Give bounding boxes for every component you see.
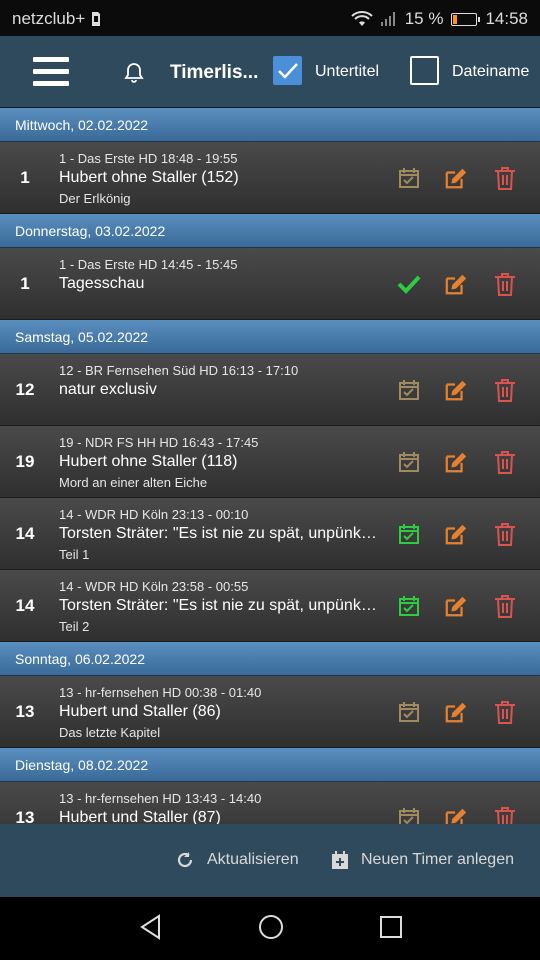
channel-number: 13 (15, 702, 35, 721)
timer-subtitle: Der Erlkönig (59, 191, 131, 206)
timer-row[interactable]: 12 12 - BR Fernsehen Süd HD 16:13 - 17:10… (0, 354, 540, 426)
trash-icon[interactable] (493, 700, 517, 724)
channel-number: 19 (15, 452, 35, 471)
edit-icon[interactable] (444, 272, 468, 296)
refresh-icon (177, 852, 193, 868)
refresh-button[interactable]: Aktualisieren (175, 850, 299, 870)
new-timer-button[interactable]: Neuen Timer anlegen (331, 850, 514, 870)
edit-icon[interactable] (444, 166, 468, 190)
menu-icon[interactable] (33, 57, 69, 87)
timer-title: Hubert und Staller (86) (59, 703, 221, 720)
page-title: Timerlis... (170, 62, 259, 83)
carrier-name: netzclub+ (12, 9, 86, 28)
battery-percent: 15 % (404, 9, 444, 28)
signal-icon (380, 11, 397, 27)
timer-subtitle: Mord an einer alten Eiche (59, 475, 208, 490)
edit-icon[interactable] (444, 700, 468, 724)
channel-number: 12 (15, 380, 35, 399)
calendar-check-icon[interactable] (397, 166, 421, 190)
channel-number: 1 (20, 168, 30, 187)
sim-icon (91, 11, 101, 27)
timer-row[interactable]: 1 1 - Das Erste HD 14:45 - 15:45 Tagesscha… (0, 248, 540, 320)
timer-row[interactable]: 14 14 - WDR HD Köln 23:13 - 00:10 Torsten … (0, 498, 540, 570)
refresh-label: Aktualisieren (207, 851, 299, 868)
trash-icon[interactable] (493, 450, 517, 474)
timer-title: Hubert ohne Staller (152) (59, 169, 239, 186)
channel-number: 14 (15, 524, 35, 543)
home-icon[interactable] (257, 913, 285, 946)
bottom-action-bar: Aktualisieren Neuen Timer anlegen (0, 824, 540, 897)
edit-icon[interactable] (444, 450, 468, 474)
dateiname-label[interactable]: Dateiname (452, 63, 529, 81)
wifi-icon (351, 11, 373, 27)
trash-icon[interactable] (493, 594, 517, 618)
timer-subtitle: Das letzte Kapitel (59, 725, 161, 740)
battery-icon (451, 12, 481, 26)
timer-meta: 14 - WDR HD Köln 23:58 - 00:55 (59, 579, 249, 594)
edit-icon[interactable] (444, 522, 468, 546)
channel-number: 1 (20, 274, 30, 293)
untertitel-label[interactable]: Untertitel (315, 63, 379, 81)
back-icon[interactable] (139, 913, 163, 946)
calendar-check-icon[interactable] (397, 700, 421, 724)
timer-row[interactable]: 13 13 - hr-fernsehen HD 00:38 - 01:40 Hube… (0, 676, 540, 748)
calendar-check-icon[interactable] (397, 450, 421, 474)
timer-title: natur exclusiv (59, 381, 157, 398)
timer-meta: 13 - hr-fernsehen HD 13:43 - 14:40 (59, 791, 262, 806)
timer-title: Tagesschau (59, 275, 145, 292)
edit-icon[interactable] (444, 806, 468, 824)
trash-icon[interactable] (493, 806, 517, 824)
app-bar: Timerlis... Untertitel Dateiname (0, 36, 540, 108)
timer-meta: 1 - Das Erste HD 14:45 - 15:45 (59, 257, 238, 272)
date-header: Mittwoch, 02.02.2022 (0, 108, 540, 142)
timer-title: Hubert und Staller (87) (59, 809, 221, 824)
calendar-check-icon[interactable] (397, 806, 421, 824)
navigation-bar (0, 897, 540, 960)
timer-title: Hubert ohne Staller (118) (59, 453, 238, 470)
edit-icon[interactable] (444, 378, 468, 402)
timer-row[interactable]: 13 13 - hr-fernsehen HD 13:43 - 14:40 Hube… (0, 782, 540, 824)
timer-row[interactable]: 19 19 - NDR FS HH HD 16:43 - 17:45 Hubert … (0, 426, 540, 498)
timer-title: Torsten Sträter: "Es ist nie zu spät, un… (59, 525, 379, 542)
untertitel-checkbox[interactable] (273, 56, 302, 85)
date-header: Dienstag, 08.02.2022 (0, 748, 540, 782)
timer-subtitle: Teil 1 (59, 547, 90, 562)
timer-row[interactable]: 14 14 - WDR HD Köln 23:58 - 00:55 Torsten … (0, 570, 540, 642)
timer-meta: 19 - NDR FS HH HD 16:43 - 17:45 (59, 435, 259, 450)
timer-meta: 12 - BR Fernsehen Süd HD 16:13 - 17:10 (59, 363, 299, 378)
timer-meta: 1 - Das Erste HD 18:48 - 19:55 (59, 151, 238, 166)
timer-title: Torsten Sträter: "Es ist nie zu spät, un… (59, 597, 379, 614)
new-timer-label: Neuen Timer anlegen (361, 851, 514, 868)
status-bar: netzclub+ 15 % 14:58 (0, 0, 540, 36)
timer-subtitle: Teil 2 (59, 619, 90, 634)
date-header: Donnerstag, 03.02.2022 (0, 214, 540, 248)
clock: 14:58 (485, 9, 528, 28)
trash-icon[interactable] (493, 272, 517, 296)
dateiname-checkbox[interactable] (410, 56, 439, 85)
trash-icon[interactable] (493, 166, 517, 190)
date-header: Samstag, 05.02.2022 (0, 320, 540, 354)
recents-icon[interactable] (378, 913, 404, 946)
calendar-check-icon[interactable] (397, 522, 421, 546)
calendar-plus-icon (332, 851, 348, 869)
trash-icon[interactable] (493, 378, 517, 402)
timer-list[interactable]: Mittwoch, 02.02.2022 1 1 - Das Erste HD 18… (0, 108, 540, 824)
date-header: Sonntag, 06.02.2022 (0, 642, 540, 676)
calendar-check-icon[interactable] (397, 378, 421, 402)
channel-number: 13 (15, 808, 35, 824)
calendar-check-icon[interactable] (397, 594, 421, 618)
checkmark-icon (278, 63, 298, 79)
timer-meta: 13 - hr-fernsehen HD 00:38 - 01:40 (59, 685, 262, 700)
timer-meta: 14 - WDR HD Köln 23:13 - 00:10 (59, 507, 249, 522)
channel-number: 14 (15, 596, 35, 615)
bell-icon[interactable] (124, 62, 144, 89)
trash-icon[interactable] (493, 522, 517, 546)
edit-icon[interactable] (444, 594, 468, 618)
timer-row[interactable]: 1 1 - Das Erste HD 18:48 - 19:55 Hubert oh… (0, 142, 540, 214)
checkmark-icon[interactable] (397, 272, 421, 296)
